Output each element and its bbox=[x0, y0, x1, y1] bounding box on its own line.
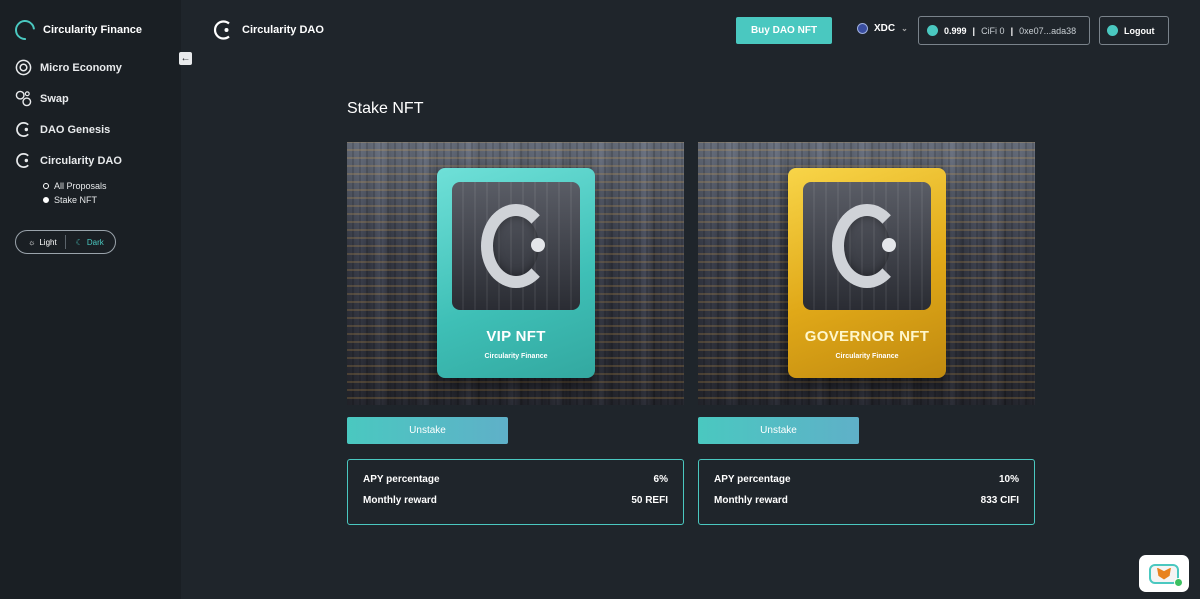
logout-label: Logout bbox=[1124, 25, 1155, 36]
governor-nft-badge: GOVERNOR NFT Circularity Finance bbox=[788, 168, 946, 378]
apy-value: 10% bbox=[998, 474, 1019, 485]
nft-stats-panel: APY percentage 10% Monthly reward 833 CI… bbox=[698, 459, 1035, 525]
sidebar: Circularity Finance Micro Economy Swap D… bbox=[0, 0, 181, 599]
sidebar-subitem-stake-nft[interactable]: Stake NFT bbox=[43, 195, 97, 205]
sidebar-subitem-label: Stake NFT bbox=[54, 195, 98, 205]
logout-icon bbox=[1107, 25, 1118, 36]
logout-button[interactable]: Logout bbox=[1099, 16, 1169, 45]
circularity-dao-logo-icon bbox=[213, 20, 230, 40]
theme-dark-option[interactable]: ☾ Dark bbox=[66, 238, 104, 247]
collapse-sidebar-button[interactable]: ← bbox=[179, 52, 192, 65]
nft-title: VIP NFT bbox=[486, 328, 546, 345]
theme-light-option[interactable]: ☼ Light bbox=[16, 238, 57, 247]
sidebar-subitem-label: All Proposals bbox=[54, 181, 107, 191]
header-brand[interactable]: Circularity DAO bbox=[212, 19, 324, 41]
sidebar-item-label: Micro Economy bbox=[40, 61, 122, 74]
network-selector[interactable]: XDC ⌄ bbox=[857, 23, 908, 34]
connected-check-icon bbox=[1174, 577, 1183, 587]
sun-icon: ☼ bbox=[28, 237, 36, 247]
apy-row: APY percentage 6% bbox=[363, 474, 668, 485]
wallet-balance: 0.999 bbox=[944, 25, 967, 36]
apy-label: APY percentage bbox=[363, 474, 440, 485]
sidebar-subitem-all-proposals[interactable]: All Proposals bbox=[43, 181, 107, 191]
dao-genesis-icon bbox=[16, 122, 29, 137]
wallet-extension-widget[interactable] bbox=[1139, 555, 1189, 592]
moon-icon: ☾ bbox=[75, 237, 83, 247]
header-brand-label: Circularity DAO bbox=[242, 24, 324, 36]
reward-row: Monthly reward 833 CIFI bbox=[714, 495, 1019, 506]
nft-stats-panel: APY percentage 6% Monthly reward 50 REFI bbox=[347, 459, 684, 525]
sidebar-item-swap[interactable]: Swap bbox=[15, 90, 69, 107]
unstake-button[interactable]: Unstake bbox=[698, 417, 859, 444]
page-title: Stake NFT bbox=[347, 100, 424, 117]
wallet-info[interactable]: 0.999 | CiFi 0 | 0xe07...ada38 bbox=[918, 16, 1090, 45]
reward-value: 833 CIFI bbox=[980, 495, 1019, 506]
circularity-dao-icon bbox=[16, 153, 29, 168]
wallet-separator: | bbox=[972, 25, 976, 36]
xdc-network-icon bbox=[857, 23, 868, 34]
arrow-left-icon: ← bbox=[180, 53, 191, 64]
bullet-active-icon bbox=[43, 197, 49, 203]
vip-nft-badge: VIP NFT Circularity Finance bbox=[437, 168, 595, 378]
sidebar-brand-label: Circularity Finance bbox=[43, 24, 143, 36]
reward-value: 50 REFI bbox=[631, 495, 668, 506]
nft-image: GOVERNOR NFT Circularity Finance bbox=[698, 142, 1035, 405]
nft-card-governor: GOVERNOR NFT Circularity Finance Unstake… bbox=[698, 142, 1035, 525]
sidebar-item-circularity-dao[interactable]: Circularity DAO bbox=[15, 152, 122, 169]
wallet-address: 0xe07...ada38 bbox=[1019, 25, 1077, 36]
sidebar-item-label: Circularity DAO bbox=[40, 154, 122, 167]
nft-logo-frame bbox=[803, 182, 931, 310]
sidebar-item-label: DAO Genesis bbox=[40, 123, 111, 136]
wallet-separator: | bbox=[1010, 25, 1014, 36]
theme-toggle[interactable]: ☼ Light ☾ Dark bbox=[15, 230, 116, 254]
nft-title: GOVERNOR NFT bbox=[804, 328, 930, 345]
chevron-down-icon: ⌄ bbox=[901, 24, 908, 33]
wallet-token-icon bbox=[927, 25, 938, 36]
apy-label: APY percentage bbox=[714, 474, 791, 485]
swap-icon bbox=[15, 90, 32, 107]
circularity-logo-icon bbox=[10, 15, 40, 45]
unstake-button[interactable]: Unstake bbox=[347, 417, 508, 444]
sidebar-item-micro-economy[interactable]: Micro Economy bbox=[15, 59, 122, 76]
nft-subtitle: Circularity Finance bbox=[835, 353, 899, 360]
sidebar-item-dao-genesis[interactable]: DAO Genesis bbox=[15, 121, 110, 138]
apy-value: 6% bbox=[653, 474, 668, 485]
bullet-icon bbox=[43, 183, 49, 189]
metamask-fox-icon bbox=[1157, 567, 1171, 580]
theme-dark-label: Dark bbox=[86, 237, 104, 247]
nft-image: VIP NFT Circularity Finance bbox=[347, 142, 684, 405]
micro-economy-icon bbox=[15, 59, 32, 76]
reward-label: Monthly reward bbox=[714, 495, 788, 506]
nft-logo-frame bbox=[452, 182, 580, 310]
wallet-frame bbox=[1149, 563, 1183, 587]
sidebar-item-label: Swap bbox=[40, 92, 69, 105]
theme-light-label: Light bbox=[39, 237, 57, 247]
reward-row: Monthly reward 50 REFI bbox=[363, 495, 668, 506]
wallet-cifi: CiFi 0 bbox=[981, 25, 1005, 36]
reward-label: Monthly reward bbox=[363, 495, 437, 506]
nft-subtitle: Circularity Finance bbox=[484, 353, 548, 360]
buy-dao-nft-button[interactable]: Buy DAO NFT bbox=[736, 17, 832, 44]
apy-row: APY percentage 10% bbox=[714, 474, 1019, 485]
network-label: XDC bbox=[874, 23, 896, 34]
sidebar-brand[interactable]: Circularity Finance bbox=[10, 15, 143, 45]
nft-card-vip: VIP NFT Circularity Finance Unstake APY … bbox=[347, 142, 684, 525]
